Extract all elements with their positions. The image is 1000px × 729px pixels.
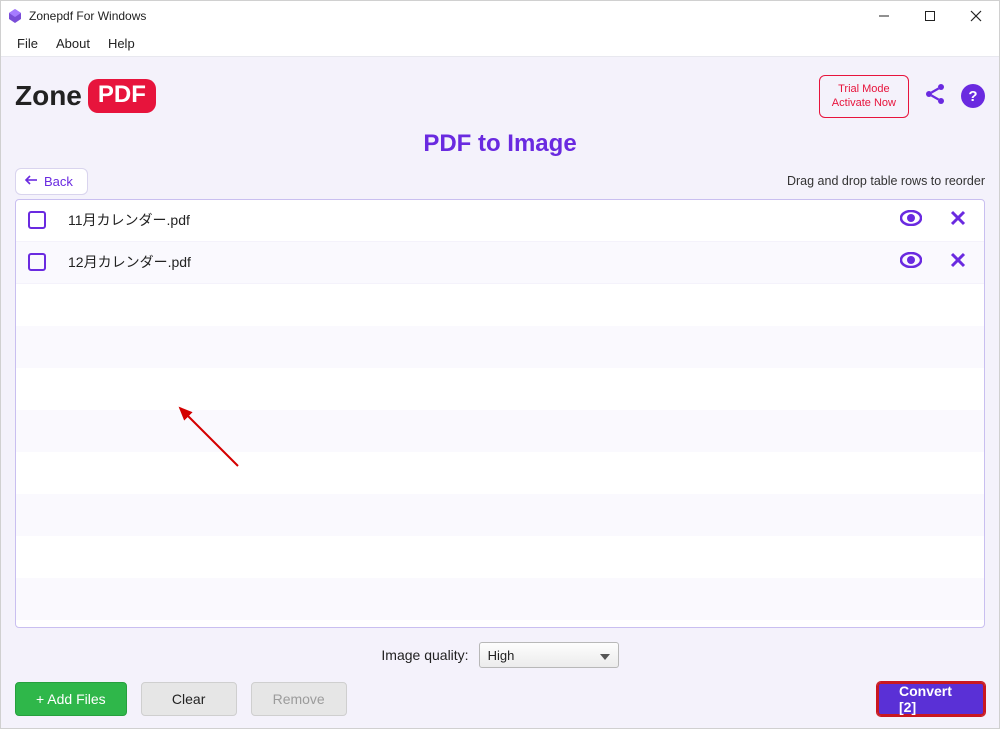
menu-file[interactable]: File: [17, 36, 38, 51]
trial-line1: Trial Mode: [832, 82, 896, 96]
file-name: 11月カレンダー.pdf: [68, 210, 900, 230]
help-icon[interactable]: ?: [961, 84, 985, 108]
preview-icon[interactable]: [900, 210, 922, 231]
menu-about[interactable]: About: [56, 36, 90, 51]
page-title: PDF to Image: [15, 130, 985, 158]
checkbox[interactable]: [28, 211, 46, 229]
quality-select[interactable]: High: [479, 642, 619, 668]
window-title: Zonepdf For Windows: [29, 9, 146, 23]
add-files-button[interactable]: + Add Files: [15, 682, 127, 716]
logo: Zone PDF: [15, 79, 156, 113]
app-icon: [7, 8, 23, 24]
titlebar-left: Zonepdf For Windows: [7, 8, 146, 24]
footer-left: + Add Files Clear Remove: [15, 682, 347, 716]
row-actions: [900, 210, 966, 231]
trial-line2: Activate Now: [832, 96, 896, 110]
clear-button[interactable]: Clear: [141, 682, 237, 716]
convert-button[interactable]: Convert [2]: [877, 682, 985, 716]
arrow-left-icon: [24, 174, 38, 189]
menu-help[interactable]: Help: [108, 36, 135, 51]
maximize-button[interactable]: [907, 1, 953, 31]
logo-badge: PDF: [88, 79, 156, 113]
header-row: Zone PDF Trial Mode Activate Now ?: [15, 75, 985, 118]
header-right: Trial Mode Activate Now ?: [819, 75, 985, 118]
row-actions: [900, 252, 966, 273]
back-button[interactable]: Back: [15, 168, 88, 195]
minimize-button[interactable]: [861, 1, 907, 31]
footer-row: + Add Files Clear Remove Convert [2]: [15, 682, 985, 716]
quality-label: Image quality:: [381, 647, 468, 663]
preview-icon[interactable]: [900, 252, 922, 273]
remove-icon[interactable]: [950, 252, 966, 273]
file-table: 11月カレンダー.pdf 12月カレンダー.pdf: [15, 199, 985, 628]
window-controls: [861, 1, 999, 31]
checkbox[interactable]: [28, 253, 46, 271]
back-label: Back: [44, 174, 73, 189]
close-button[interactable]: [953, 1, 999, 31]
table-row[interactable]: 11月カレンダー.pdf: [16, 200, 984, 242]
share-icon[interactable]: [923, 82, 947, 111]
app-body: Zone PDF Trial Mode Activate Now ? PDF t…: [1, 57, 999, 728]
file-name: 12月カレンダー.pdf: [68, 252, 900, 272]
remove-icon[interactable]: [950, 210, 966, 231]
quality-value: High: [488, 648, 515, 663]
table-row[interactable]: 12月カレンダー.pdf: [16, 242, 984, 284]
app-window: Zonepdf For Windows File About Help Zone…: [0, 0, 1000, 729]
logo-text: Zone: [15, 80, 82, 112]
chevron-down-icon: [600, 648, 610, 663]
titlebar: Zonepdf For Windows: [1, 1, 999, 31]
sub-row: Back Drag and drop table rows to reorder: [15, 168, 985, 195]
reorder-hint: Drag and drop table rows to reorder: [787, 174, 985, 188]
remove-button[interactable]: Remove: [251, 682, 347, 716]
menubar: File About Help: [1, 31, 999, 57]
trial-mode-button[interactable]: Trial Mode Activate Now: [819, 75, 909, 118]
quality-row: Image quality: High: [15, 642, 985, 668]
